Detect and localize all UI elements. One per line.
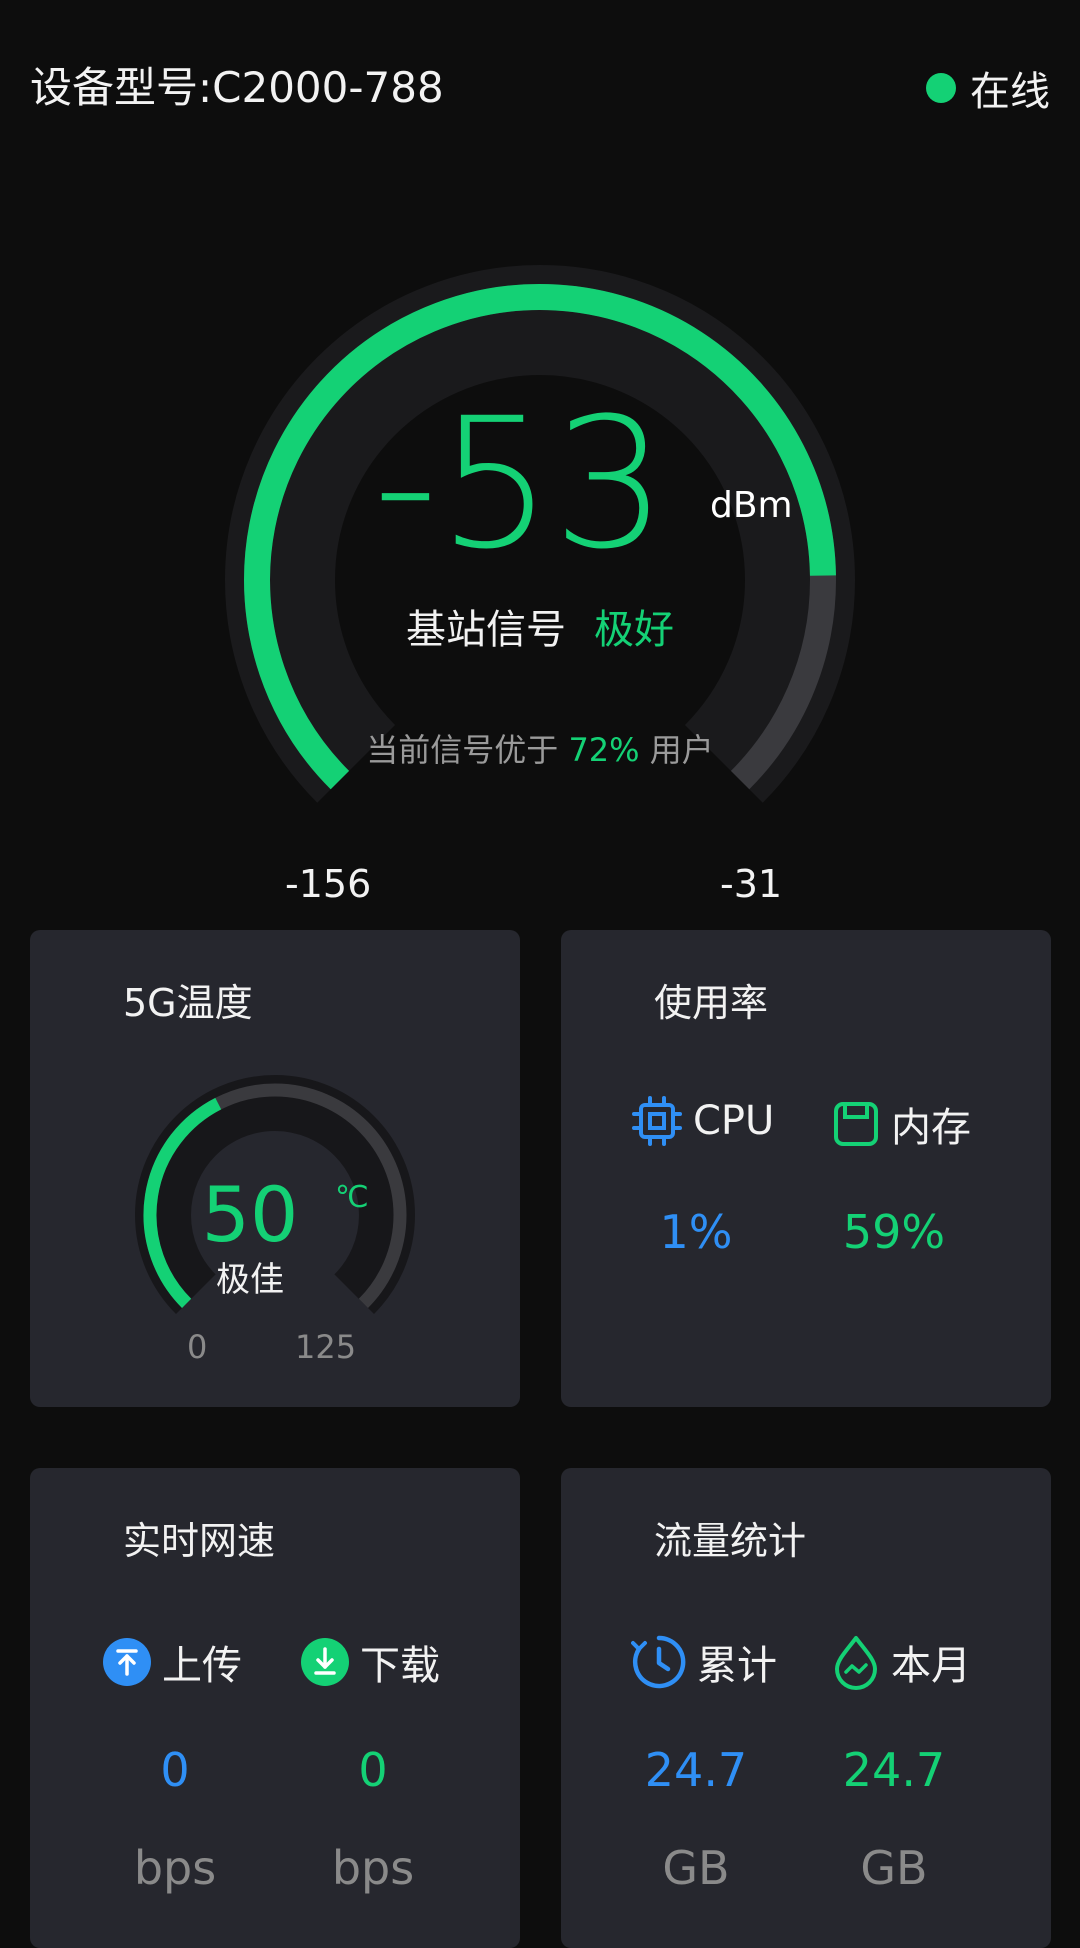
signal-note-suffix: 用户 xyxy=(649,731,714,769)
temperature-min-label: 0 xyxy=(187,1328,208,1366)
signal-note-percent: 72% xyxy=(568,731,640,769)
total-traffic-header: 累计 xyxy=(631,1633,777,1691)
month-traffic-value: 24.7 xyxy=(842,1743,946,1797)
cpu-header: CPU xyxy=(631,1095,774,1147)
memory-icon xyxy=(834,1102,878,1146)
speed-card-title: 实时网速 xyxy=(123,1519,276,1563)
signal-unit: dBm xyxy=(710,485,793,526)
upload-label: 上传 xyxy=(162,1643,242,1689)
usage-card[interactable]: 使用率 CPU 内存 1% 59% xyxy=(561,930,1051,1407)
month-traffic-header: 本月 xyxy=(831,1633,971,1691)
signal-note-prefix: 当前信号优于 xyxy=(366,731,559,769)
temperature-max-label: 125 xyxy=(295,1328,357,1366)
temperature-value: 50 xyxy=(201,1170,299,1259)
signal-min-label: -156 xyxy=(285,862,372,906)
status-indicator: 在线 xyxy=(926,60,1050,116)
drop-icon xyxy=(835,1636,877,1690)
temperature-card[interactable]: 5G温度 50 ℃ 极佳 0 125 xyxy=(30,930,520,1407)
total-traffic-label: 累计 xyxy=(697,1643,777,1689)
total-traffic-value: 24.7 xyxy=(644,1743,748,1797)
traffic-card[interactable]: 流量统计 累计 本月 24.7 24.7 GB GB xyxy=(561,1468,1051,1948)
signal-max-label: -31 xyxy=(720,862,783,906)
month-traffic-label: 本月 xyxy=(891,1643,971,1689)
signal-rank-note: 当前信号优于 72% 用户 xyxy=(270,725,810,771)
upload-unit: bps xyxy=(133,1841,217,1895)
upload-icon xyxy=(103,1638,151,1686)
download-value: 0 xyxy=(358,1743,388,1797)
cpu-label: CPU xyxy=(693,1098,775,1144)
signal-value: -53 xyxy=(373,380,667,589)
download-icon xyxy=(301,1638,349,1686)
signal-label-row: 基站信号 极好 xyxy=(340,600,740,660)
download-label: 下载 xyxy=(360,1643,440,1689)
status-text: 在线 xyxy=(970,69,1050,115)
upload-header: 上传 xyxy=(102,1633,242,1691)
upload-value: 0 xyxy=(160,1743,190,1797)
temperature-card-title: 5G温度 xyxy=(123,981,253,1025)
signal-quality: 极好 xyxy=(594,607,674,653)
month-traffic-unit: GB xyxy=(860,1841,928,1895)
temperature-quality: 极佳 xyxy=(216,1260,284,1300)
speed-card[interactable]: 实时网速 上传 下载 0 0 bps bps xyxy=(30,1468,520,1948)
temperature-unit: ℃ xyxy=(335,1180,369,1215)
usage-card-title: 使用率 xyxy=(654,981,769,1025)
memory-value: 59% xyxy=(842,1205,946,1259)
online-status-dot-icon xyxy=(926,73,956,103)
total-traffic-unit: GB xyxy=(662,1841,730,1895)
clock-icon xyxy=(631,1635,686,1689)
device-model-title: 设备型号:C2000-788 xyxy=(30,63,444,112)
cpu-chip-icon xyxy=(632,1096,682,1146)
memory-header: 内存 xyxy=(831,1095,971,1153)
memory-label: 内存 xyxy=(891,1105,971,1151)
download-header: 下载 xyxy=(300,1633,440,1691)
traffic-card-title: 流量统计 xyxy=(654,1519,807,1563)
cpu-value: 1% xyxy=(659,1205,733,1259)
signal-label: 基站信号 xyxy=(406,607,566,653)
download-unit: bps xyxy=(331,1841,415,1895)
